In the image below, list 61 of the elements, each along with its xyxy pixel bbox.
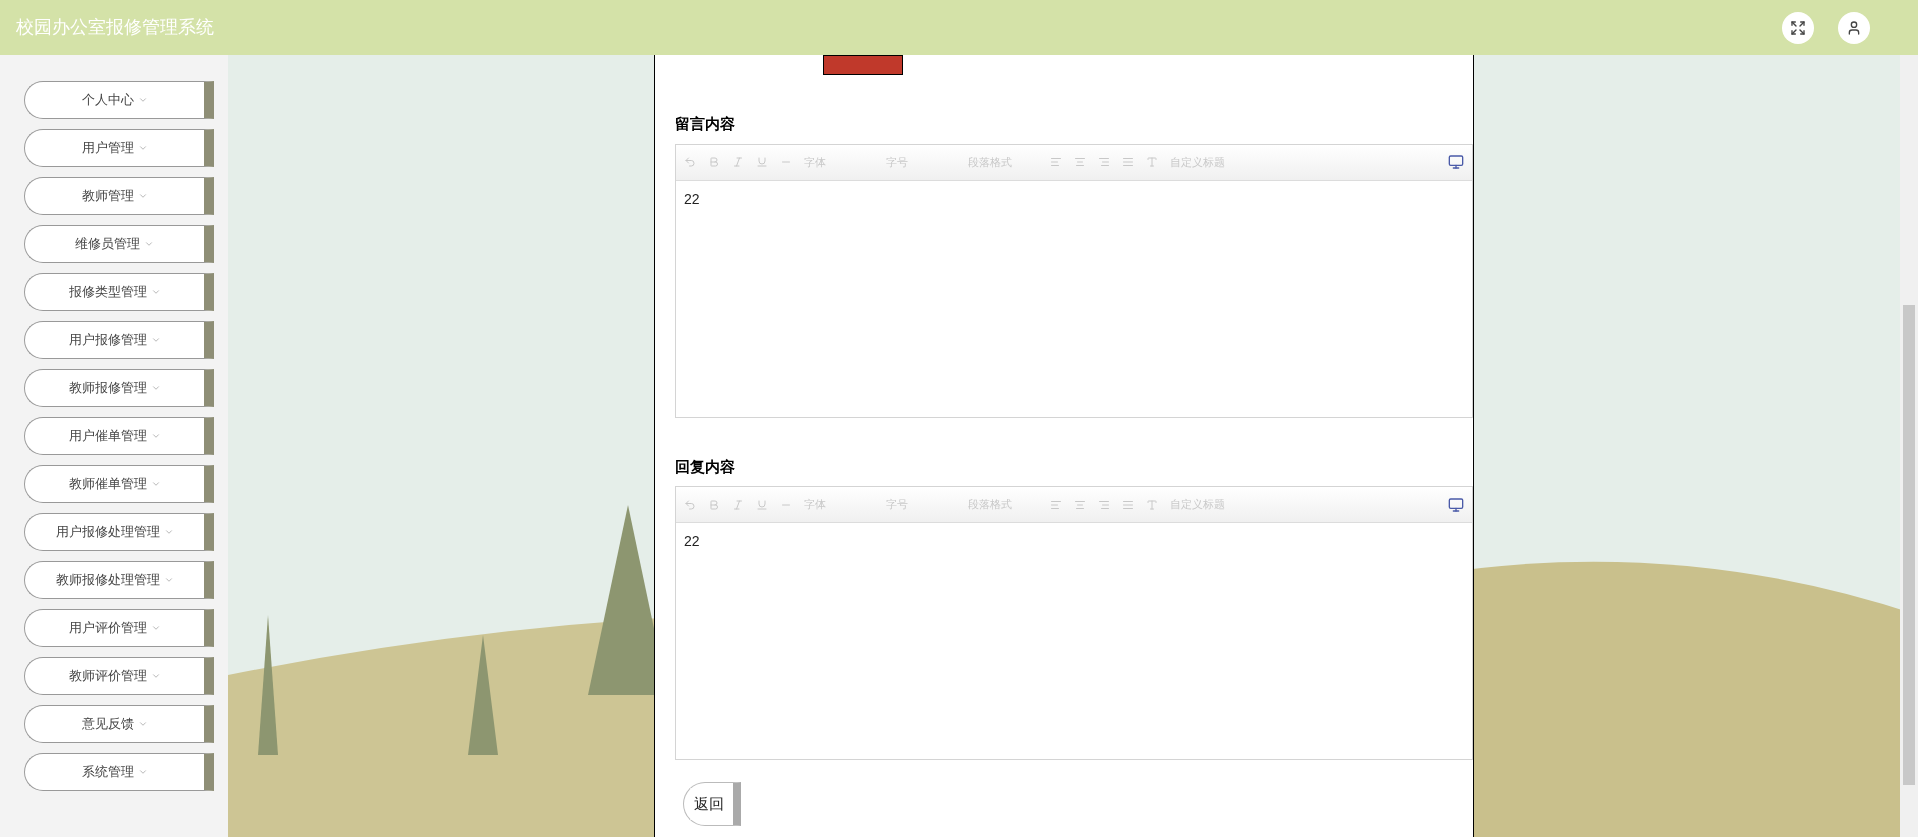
bold-icon[interactable] [708,498,720,511]
user-icon [1846,19,1862,36]
italic-icon[interactable] [732,156,744,168]
sidebar-menu-item[interactable]: 报修类型管理 [24,273,214,311]
fullscreen-button[interactable] [1782,11,1814,44]
caret-icon [144,239,154,249]
caret-icon [150,671,161,681]
underline-icon[interactable] [756,156,768,168]
sidebar-menu-item[interactable]: 维修员管理 [24,225,214,263]
sidebar-menu-item[interactable]: 用户评价管理 [24,609,214,647]
undo-icon[interactable] [684,498,696,511]
sidebar-menu-item[interactable]: 系统管理 [24,753,214,791]
caret-icon [150,287,161,297]
align-justify-icon[interactable] [1122,498,1134,511]
back-button[interactable]: 返回 [683,782,741,826]
caret-icon [150,431,161,441]
editor-text: 22 [683,532,701,551]
align-left-icon[interactable] [1050,156,1062,168]
align-center-icon[interactable] [1074,156,1086,168]
caret-icon [137,767,148,777]
underline-icon[interactable] [756,498,768,511]
align-right-icon[interactable] [1098,156,1110,168]
caret-icon [137,143,148,153]
sidebar-menu-item[interactable]: 教师管理 [24,177,214,215]
caret-icon [137,719,148,729]
align-right-icon[interactable] [1098,498,1110,511]
fullscreen-icon[interactable] [1448,496,1464,513]
field-label: 回复内容 [675,456,736,477]
expand-icon [1790,19,1806,36]
align-justify-icon[interactable] [1122,156,1134,168]
undo-icon[interactable] [684,156,696,168]
caret-icon [137,95,148,105]
caret-icon [150,383,161,393]
sidebar-menu-item[interactable]: 用户管理 [24,129,214,167]
caret-icon [137,191,148,201]
sidebar-menu-item[interactable]: 教师报修处理管理 [24,561,214,599]
app-title: 校园办公室报修管理系统 [16,16,214,39]
caret-icon [150,479,161,489]
fullscreen-icon[interactable] [1448,154,1464,170]
align-center-icon[interactable] [1074,498,1086,511]
bold-icon[interactable] [708,156,720,168]
sidebar-menu-item[interactable]: 教师评价管理 [24,657,214,695]
sidebar-menu-item[interactable]: 意见反馈 [24,705,214,743]
sidebar-menu-item[interactable]: 用户报修处理管理 [24,513,214,551]
caret-icon [163,527,174,537]
font-color-icon[interactable] [1146,156,1158,168]
editor-text: 22 [683,189,701,209]
field-label: 留言内容 [675,114,736,134]
sidebar-menu-item[interactable]: 教师催单管理 [24,465,214,503]
sidebar-menu-item[interactable]: 用户报修管理 [24,321,214,359]
sidebar-menu-item[interactable]: 教师报修管理 [24,369,214,407]
user-button[interactable] [1838,11,1870,44]
align-left-icon[interactable] [1050,498,1062,511]
sidebar-menu-item[interactable]: 个人中心 [24,81,214,119]
italic-icon[interactable] [732,498,744,511]
caret-icon [163,575,174,585]
scrollbar-thumb[interactable] [1903,305,1915,785]
sidebar-menu-item[interactable]: 用户催单管理 [24,417,214,455]
caret-icon [150,623,161,633]
caret-icon [150,335,161,345]
font-color-icon[interactable] [1146,498,1158,511]
